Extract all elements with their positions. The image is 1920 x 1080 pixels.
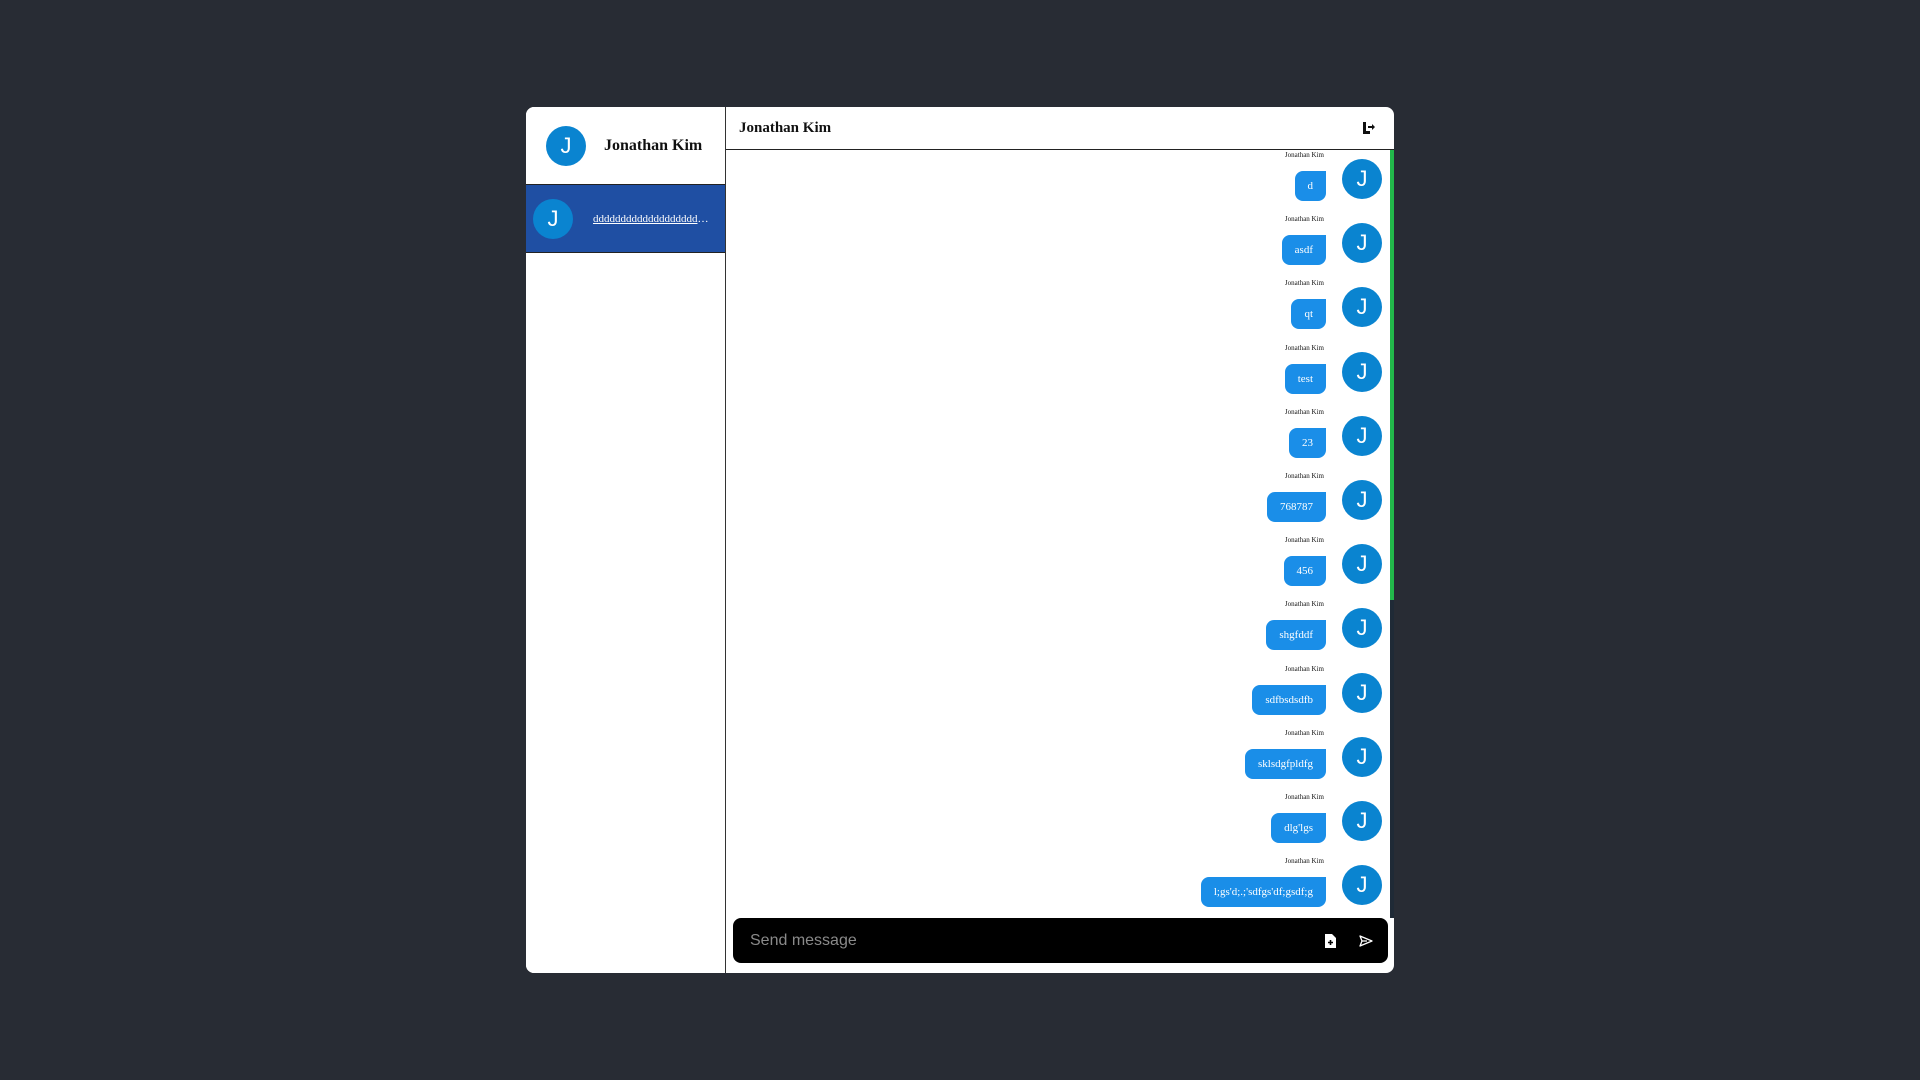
scrollbar-thumb[interactable]: [1390, 150, 1394, 600]
message-avatar: J: [1342, 287, 1382, 328]
message-row: Jonathan Kim asdf J: [982, 215, 1382, 275]
message-sender: Jonathan Kim: [1284, 472, 1324, 480]
message-row: Jonathan Kim shgfddf J: [982, 600, 1382, 660]
conversation-name: dddddddddddddddddddddddddddd: [593, 212, 713, 225]
send-icon[interactable]: [1358, 933, 1374, 949]
chat-app: J Jonathan Kim J ddddddddddddddddddddddd…: [526, 107, 1394, 973]
message-bubble: sdfbsdsdfb: [1252, 684, 1326, 715]
message-row: Jonathan Kim qt J: [982, 279, 1382, 339]
message-sender: Jonathan Kim: [1284, 279, 1324, 288]
message-row: Jonathan Kim dlg'lgs J: [982, 793, 1382, 853]
message-avatar: J: [1342, 672, 1382, 713]
message-sender: Jonathan Kim: [1284, 728, 1324, 737]
message-row: Jonathan Kim d J: [982, 151, 1382, 211]
message-avatar: J: [1342, 223, 1382, 264]
message-sender: Jonathan Kim: [1284, 343, 1324, 352]
chat-header: Jonathan Kim: [726, 107, 1394, 150]
user-name: Jonathan Kim: [604, 136, 703, 154]
message-row: Jonathan Kim test J: [982, 344, 1382, 404]
message-sender: Jonathan Kim: [1284, 600, 1324, 609]
message-bubble: 23: [1289, 427, 1326, 458]
message-sender: Jonathan Kim: [1284, 793, 1324, 801]
chat-title: Jonathan Kim: [739, 119, 832, 136]
message-row: Jonathan Kim 768787 J: [982, 472, 1382, 532]
message-avatar: J: [1342, 415, 1382, 456]
message-bubble: dlg'lgs: [1271, 813, 1326, 843]
message-row: Jonathan Kim sklsdgfpldfg J: [982, 729, 1382, 789]
message-bubble: 768787: [1267, 492, 1326, 522]
message-row: Jonathan Kim 23 J: [982, 408, 1382, 468]
message-bubble: qt: [1291, 299, 1326, 330]
message-bubble: asdf: [1281, 235, 1326, 266]
message-bubble: sklsdgfpldfg: [1245, 748, 1326, 779]
message-bubble: d: [1294, 171, 1326, 201]
message-row: Jonathan Kim l;gs'd;.;'sdfgs'df;gsdf;g J: [982, 857, 1382, 917]
message-sender: Jonathan Kim: [1284, 664, 1324, 673]
message-bubble: 456: [1283, 556, 1326, 587]
message-avatar: J: [1342, 544, 1382, 585]
sidebar: J Jonathan Kim J ddddddddddddddddddddddd…: [526, 107, 726, 973]
message-avatar: J: [1342, 351, 1382, 392]
logout-icon[interactable]: [1362, 121, 1376, 135]
message-input[interactable]: [748, 930, 1302, 951]
message-avatar: J: [1342, 736, 1382, 777]
sidebar-user-header: J Jonathan Kim: [526, 107, 725, 185]
message-bubble: test: [1284, 363, 1326, 394]
message-sender: Jonathan Kim: [1284, 536, 1324, 545]
message-row: Jonathan Kim sdfbsdsdfb J: [982, 665, 1382, 725]
message-sender: Jonathan Kim: [1284, 407, 1324, 416]
conversation-avatar: J: [533, 198, 573, 239]
chat-panel: Jonathan Kim Jonathan Kim d J Jonathan Kim a…: [726, 107, 1394, 973]
message-avatar: J: [1342, 480, 1382, 520]
message-composer: [733, 918, 1388, 963]
message-row: Jonathan Kim 456 J: [982, 536, 1382, 596]
message-bubble: shgfddf: [1266, 620, 1326, 651]
user-avatar[interactable]: J: [546, 125, 586, 166]
message-list[interactable]: Jonathan Kim d J Jonathan Kim asdf J Jonathan …: [726, 150, 1394, 918]
message-sender: Jonathan Kim: [1284, 857, 1324, 866]
message-avatar: J: [1342, 159, 1382, 199]
message-avatar: J: [1342, 865, 1382, 906]
message-avatar: J: [1342, 608, 1382, 649]
message-sender: Jonathan Kim: [1284, 151, 1324, 159]
message-bubble: l;gs'd;.;'sdfgs'df;gsdf;g: [1200, 877, 1326, 908]
message-avatar: J: [1342, 801, 1382, 841]
file-upload-icon[interactable]: [1322, 933, 1338, 949]
conversation-item[interactable]: J dddddddddddddddddddddddddddd: [526, 185, 725, 253]
message-sender: Jonathan Kim: [1284, 215, 1324, 224]
